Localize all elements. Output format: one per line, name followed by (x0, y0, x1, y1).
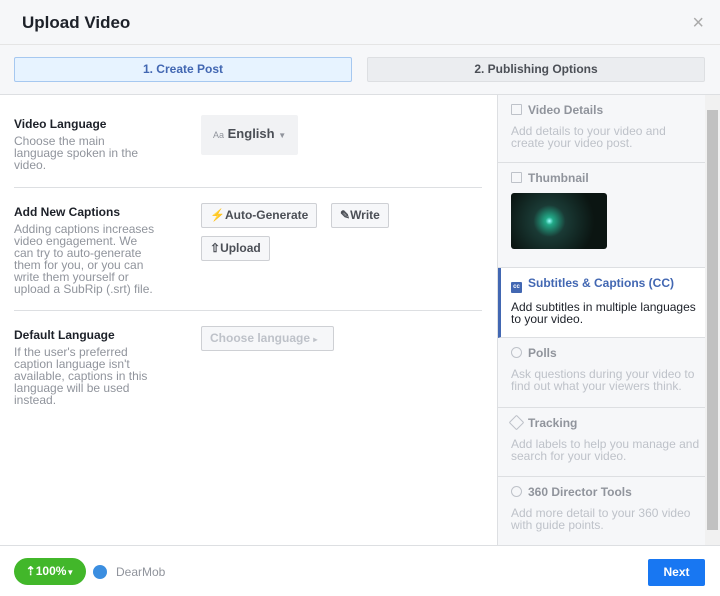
sidebar-item-polls[interactable]: Polls Ask questions during your video to … (498, 338, 706, 408)
tab-create-post[interactable]: 1. Create Post (14, 57, 352, 82)
progress-value: 100% (35, 564, 67, 578)
button-label: Write (350, 208, 380, 222)
globe-icon (511, 486, 522, 497)
dialog-footer: ⇡100%▼ DearMob Next (0, 545, 720, 596)
sidebar-item-360-tools[interactable]: 360 Director Tools Add more detail to you… (498, 477, 706, 545)
sidebar-nav: Video Details Add details to your video a… (497, 95, 706, 545)
choose-language-select[interactable]: Choose language ▸ (201, 326, 334, 351)
item-desc: Ask questions during your video to find … (511, 367, 695, 393)
item-title: Video Details (528, 103, 604, 117)
auto-generate-button[interactable]: ⚡Auto-Generate (201, 203, 318, 228)
pencil-icon: ✎ (340, 208, 351, 222)
next-button[interactable]: Next (648, 559, 705, 586)
section-desc: Adding captions increases video engageme… (14, 222, 155, 296)
item-title: 360 Director Tools (528, 485, 632, 499)
magic-wand-icon: ⚡ (210, 208, 225, 222)
chevron-down-icon: ▼ (278, 131, 287, 140)
item-title: Thumbnail (528, 171, 589, 185)
chevron-down-icon: ▼ (66, 568, 75, 577)
page-avatar (93, 565, 107, 579)
upload-arrow-icon: ⇡ (25, 564, 36, 578)
scrollbar[interactable] (705, 95, 720, 545)
tag-icon (508, 414, 525, 431)
image-icon (511, 172, 522, 183)
page-name: DearMob (116, 565, 166, 579)
sidebar-item-subtitles[interactable]: cc Subtitles & Captions (CC) Add subtitles… (498, 268, 706, 338)
item-desc: Add subtitles in multiple languages to y… (511, 300, 696, 326)
selected-language: English (227, 126, 275, 141)
dialog-header: Upload Video × (0, 0, 720, 45)
button-label: Auto-Generate (224, 208, 309, 222)
item-desc: Add details to your video and create you… (511, 124, 666, 150)
cc-icon: cc (511, 282, 522, 293)
upload-progress-button[interactable]: ⇡100%▼ (14, 558, 86, 585)
upload-button[interactable]: ⇧Upload (201, 236, 270, 261)
default-language-section: Default Language If the user's preferred… (14, 326, 482, 407)
step-tabs: 1. Create Post 2. Publishing Options (0, 45, 720, 95)
captions-form: Video Language Choose the main language … (0, 95, 497, 545)
font-icon: Aa (213, 130, 225, 140)
upload-icon: ⇧ (210, 241, 221, 255)
sidebar-item-thumbnail[interactable]: Thumbnail (498, 163, 706, 268)
sidebar-item-video-details[interactable]: Video Details Add details to your video a… (498, 95, 706, 163)
item-desc: Add more detail to your 360 video with g… (511, 506, 691, 532)
tab-publishing-options[interactable]: 2. Publishing Options (367, 57, 705, 82)
dialog-title: Upload Video (22, 13, 131, 32)
button-label: Upload (220, 241, 261, 255)
video-language-section: Video Language Choose the main language … (14, 115, 482, 188)
video-thumbnail[interactable] (511, 193, 607, 249)
section-desc: Choose the main language spoken in the v… (14, 134, 139, 172)
sidebar-item-tracking[interactable]: Tracking Add labels to help you manage an… (498, 408, 706, 477)
scrollbar-thumb[interactable] (707, 110, 718, 530)
chevron-right-icon: ▸ (313, 335, 318, 344)
button-label: Choose language (210, 331, 311, 345)
item-title: Polls (528, 346, 557, 360)
video-language-select[interactable]: Aa English ▼ (201, 115, 299, 155)
details-icon (511, 104, 522, 115)
item-title: Subtitles & Captions (CC) (528, 276, 674, 290)
section-desc: If the user's preferred caption language… (14, 345, 148, 407)
close-icon[interactable]: × (692, 12, 704, 35)
write-button[interactable]: ✎Write (331, 203, 389, 228)
poll-icon (511, 347, 522, 358)
add-captions-section: Add New Captions Adding captions increas… (14, 203, 482, 311)
item-title: Tracking (528, 416, 578, 430)
item-desc: Add labels to help you manage and search… (511, 437, 700, 463)
